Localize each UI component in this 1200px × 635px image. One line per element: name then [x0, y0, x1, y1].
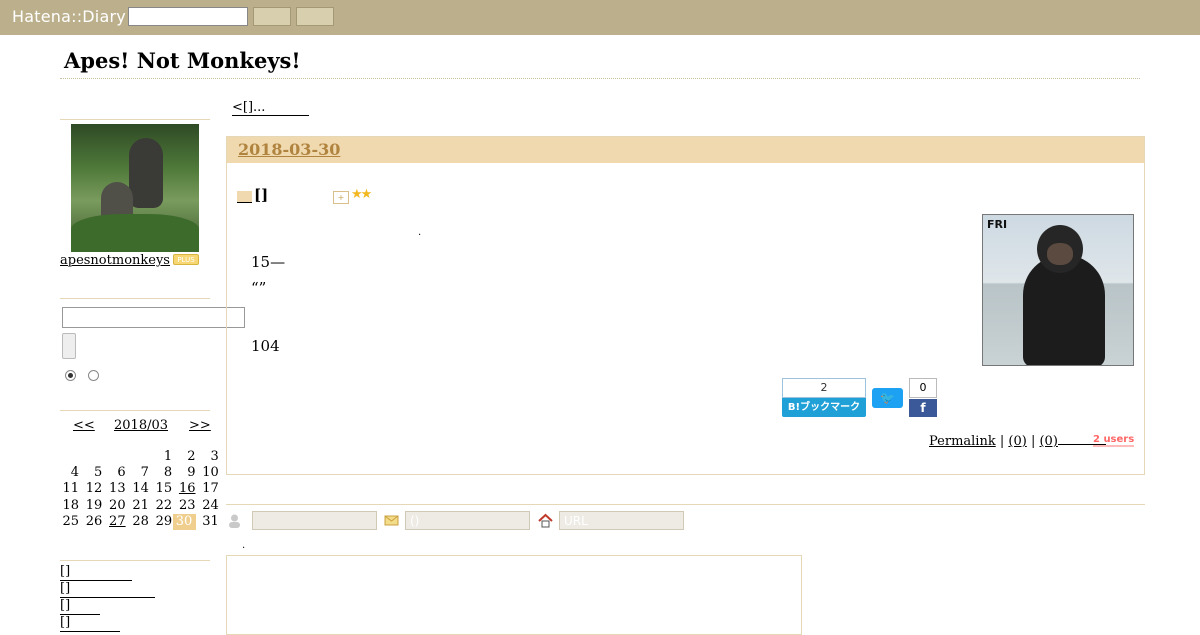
calendar-day: 22 — [155, 497, 173, 513]
bookmark-button[interactable]: B!ブックマーク — [782, 398, 866, 417]
facebook-icon[interactable]: f — [909, 399, 937, 417]
trackbacks-link[interactable]: (0) — [1039, 434, 1057, 449]
entry-text-line: 104 — [251, 337, 280, 355]
calendar-day: 23 — [178, 497, 196, 513]
facebook-count[interactable]: 0 — [909, 378, 937, 398]
mail-icon — [384, 515, 399, 526]
entry-date-bar: 2018-03-30 — [227, 137, 1144, 163]
hatena-diary-logo[interactable]: Hatena::Diary — [12, 7, 126, 26]
calendar-day: 17 — [202, 481, 219, 497]
calendar-day: 26 — [85, 513, 103, 529]
diary-entry: 2018-03-30 [] + ★★ . 15— “” 104 FRI 2 B!… — [226, 136, 1145, 475]
calendar-day: 24 — [202, 497, 219, 513]
title-divider — [60, 78, 1140, 79]
calendar-day: 18 — [62, 497, 79, 513]
calendar-prev-link[interactable]: << — [73, 418, 95, 433]
header-secondary-button[interactable] — [296, 7, 334, 26]
calendar-day[interactable]: 30 — [172, 513, 196, 530]
chimp-face-shape — [1047, 243, 1073, 265]
calendar-next-link[interactable]: >> — [189, 418, 211, 433]
plus-badge: PLUS — [173, 254, 199, 265]
search-scope-radio-2[interactable] — [88, 370, 99, 381]
sidebar-search-button[interactable] — [62, 333, 76, 359]
sidebar-divider — [60, 560, 210, 561]
sidebar-divider — [60, 119, 210, 120]
search-scope-radio-1[interactable] — [65, 370, 76, 381]
permalink-link[interactable]: Permalink — [929, 434, 996, 449]
sidebar-link[interactable]: [] — [60, 599, 100, 615]
top-header-bar: Hatena::Diary — [0, 0, 1200, 35]
entry-text-line: “” — [251, 279, 267, 297]
calendar-day: 15 — [155, 481, 173, 497]
calendar-day: 4 — [70, 465, 79, 481]
previous-entry-link[interactable]: <[]... — [232, 100, 309, 116]
comment-divider — [226, 504, 1145, 505]
entry-footer: Permalink | (0) | (0) — [929, 434, 1106, 449]
calendar-day: 1 — [163, 449, 173, 464]
sidebar-divider — [60, 298, 210, 299]
entry-text-dot: . — [418, 227, 422, 238]
comment-url-input[interactable] — [559, 511, 684, 530]
sidebar-link[interactable]: [] — [60, 582, 155, 598]
calendar-day: 29 — [155, 513, 173, 529]
foliage-shape — [71, 214, 199, 252]
bookmark-users-badge[interactable]: 2 users — [1093, 434, 1135, 447]
blog-title[interactable]: Apes! Not Monkeys! — [64, 48, 301, 73]
header-search-input[interactable] — [128, 7, 248, 26]
photo-label: FRI — [987, 218, 1008, 231]
section-title[interactable]: [] — [254, 186, 268, 204]
calendar-day: 9 — [187, 465, 196, 481]
ape-figure-icon — [129, 138, 163, 208]
stars-icon[interactable]: ★★ — [351, 187, 372, 202]
comment-body-textarea[interactable] — [226, 555, 802, 635]
entry-text-line: 15— — [251, 253, 286, 271]
username-link[interactable]: apesnotmonkeys — [60, 253, 170, 268]
sidebar-link[interactable]: [] — [60, 565, 132, 581]
bookmark-count[interactable]: 2 — [782, 378, 866, 398]
calendar-day: 10 — [202, 465, 219, 481]
calendar-day: 13 — [109, 481, 126, 497]
calendar-day: 19 — [85, 497, 103, 513]
calendar-day[interactable]: 16 — [173, 481, 196, 497]
comment-name-input[interactable] — [252, 511, 377, 530]
calendar-day: 3 — [210, 449, 219, 464]
user-icon — [229, 514, 240, 528]
calendar-day: 25 — [62, 513, 79, 529]
footer-separator: | — [999, 434, 1005, 449]
calendar-day: 2 — [187, 449, 196, 464]
footer-separator: | — [1030, 434, 1036, 449]
calendar-day: 6 — [117, 465, 126, 481]
star-add-icon[interactable]: + — [333, 191, 349, 204]
calendar-day: 8 — [163, 465, 173, 481]
calendar-day: 5 — [94, 465, 103, 481]
facebook-share-widget[interactable]: 0 f — [909, 378, 937, 418]
section-anchor[interactable] — [237, 191, 252, 203]
sidebar-search-input[interactable] — [62, 307, 245, 328]
calendar-day: 7 — [140, 465, 149, 481]
home-icon — [538, 513, 553, 528]
calendar-day: 11 — [62, 481, 79, 497]
calendar-day: 28 — [132, 513, 149, 529]
profile-avatar[interactable] — [71, 124, 199, 252]
calendar-month-link[interactable]: 2018/03 — [114, 418, 168, 433]
hatena-bookmark-widget[interactable]: 2 B!ブックマーク — [782, 378, 866, 418]
twitter-bird-icon[interactable]: 🐦 — [872, 388, 903, 408]
header-search-button[interactable] — [253, 7, 291, 26]
comments-link[interactable]: (0) — [1008, 434, 1026, 449]
entry-date-link[interactable]: 2018-03-30 — [238, 140, 340, 159]
calendar-day: 12 — [85, 481, 103, 497]
calendar-day: 21 — [132, 497, 149, 513]
calendar-day: 14 — [132, 481, 149, 497]
calendar-day: 20 — [109, 497, 126, 513]
calendar-day[interactable]: 27 — [103, 514, 126, 530]
chimp-photo[interactable]: FRI — [982, 214, 1134, 366]
sidebar-divider — [60, 410, 210, 411]
comment-mail-input[interactable] — [405, 511, 530, 530]
calendar-day: 31 — [202, 513, 219, 529]
comment-dot: . — [242, 540, 246, 551]
